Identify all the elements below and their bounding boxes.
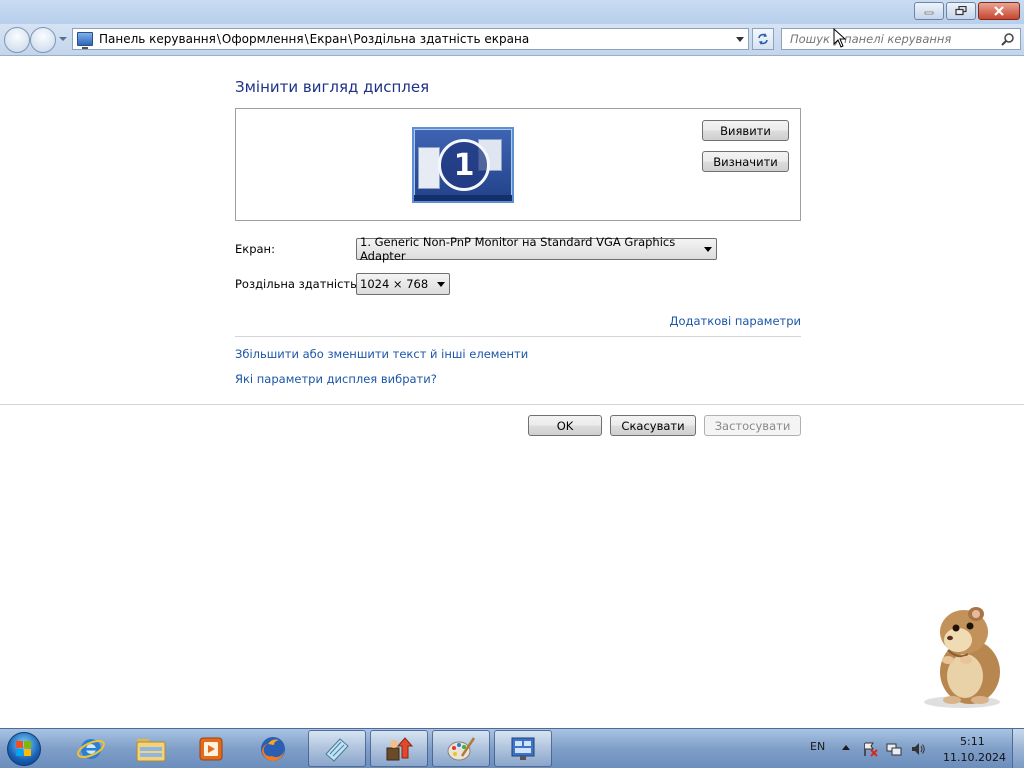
breadcrumb-separator: \ bbox=[216, 32, 221, 46]
control-panel-icon bbox=[511, 737, 535, 760]
page-title: Змінити вигляд дисплея bbox=[235, 78, 430, 96]
address-bar[interactable]: Панель керування \ Оформлення \ Екран \ … bbox=[72, 28, 749, 50]
notepad-icon bbox=[325, 737, 349, 762]
breadcrumb-separator: \ bbox=[304, 32, 309, 46]
chevron-down-icon bbox=[704, 247, 712, 252]
display-settings-help-link[interactable]: Які параметри дисплея вибрати? bbox=[235, 372, 437, 386]
divider bbox=[235, 336, 801, 337]
volume-icon[interactable] bbox=[910, 741, 926, 757]
media-player-icon bbox=[199, 737, 223, 760]
taskbar-firefox[interactable] bbox=[244, 730, 302, 767]
text-size-link[interactable]: Збільшити або зменшити текст й інші елем… bbox=[235, 347, 528, 361]
restore-icon bbox=[955, 6, 967, 16]
breadcrumb-control-panel[interactable]: Панель керування bbox=[99, 32, 216, 46]
window-controls bbox=[912, 2, 1020, 20]
divider bbox=[0, 404, 1024, 405]
network-icon[interactable] bbox=[886, 741, 902, 757]
language-indicator[interactable]: EN bbox=[810, 740, 825, 753]
taskbar-uploader[interactable] bbox=[370, 730, 428, 767]
cancel-button[interactable]: Скасувати bbox=[610, 415, 696, 436]
taskbar-control-panel[interactable] bbox=[494, 730, 552, 767]
clock-time[interactable]: 5:11 bbox=[960, 735, 985, 748]
hamster-mascot-icon bbox=[924, 607, 1000, 708]
refresh-button[interactable] bbox=[752, 28, 774, 50]
monitor-window-graphic bbox=[418, 147, 440, 189]
back-button[interactable] bbox=[4, 27, 30, 53]
clock-date[interactable]: 11.10.2024 bbox=[943, 751, 1006, 764]
detect-button[interactable]: Виявити bbox=[702, 120, 789, 141]
ok-button[interactable]: OK bbox=[528, 415, 602, 436]
title-bar bbox=[0, 0, 1024, 24]
display-label: Екран: bbox=[235, 242, 275, 256]
minimize-button[interactable] bbox=[914, 2, 944, 20]
resolution-label: Роздільна здатність: bbox=[235, 277, 361, 291]
breadcrumb-appearance[interactable]: Оформлення bbox=[222, 32, 304, 46]
upload-app-icon bbox=[386, 736, 414, 760]
breadcrumb-screen-resolution[interactable]: Роздільна здатність екрана bbox=[353, 32, 529, 46]
display-select-value: 1. Generic Non-PnP Monitor на Standard V… bbox=[360, 235, 676, 263]
taskbar-windows-explorer[interactable] bbox=[122, 730, 180, 767]
close-icon bbox=[994, 6, 1004, 16]
advanced-settings-link[interactable]: Додаткові параметри bbox=[670, 314, 801, 328]
paint-icon bbox=[447, 736, 476, 760]
navigation-bar: Панель керування \ Оформлення \ Екран \ … bbox=[0, 24, 1024, 56]
search-input[interactable] bbox=[782, 29, 992, 49]
chevron-down-icon bbox=[437, 282, 445, 287]
display-preview-panel: 1 Виявити Визначити bbox=[235, 108, 801, 221]
restore-button[interactable] bbox=[946, 2, 976, 20]
search-icon[interactable] bbox=[1001, 32, 1015, 46]
resolution-select-value: 1024 × 768 bbox=[360, 277, 429, 291]
windows-logo-icon bbox=[16, 741, 31, 756]
taskbar-notepad[interactable] bbox=[308, 730, 366, 767]
forward-button[interactable] bbox=[30, 27, 56, 53]
breadcrumb-display[interactable]: Екран bbox=[310, 32, 348, 46]
taskbar-media-player[interactable] bbox=[182, 730, 240, 767]
taskbar: EN 5:11 11.10.2024 bbox=[0, 728, 1024, 768]
internet-explorer-icon bbox=[77, 738, 105, 759]
close-button[interactable] bbox=[978, 2, 1020, 20]
start-button[interactable] bbox=[4, 731, 46, 767]
show-hidden-icons-button[interactable] bbox=[842, 745, 850, 750]
action-center-icon[interactable] bbox=[862, 741, 878, 757]
taskbar-internet-explorer[interactable] bbox=[62, 730, 120, 767]
monitor-1-icon[interactable]: 1 bbox=[412, 127, 514, 203]
control-panel-icon bbox=[77, 32, 93, 49]
display-select[interactable]: 1. Generic Non-PnP Monitor на Standard V… bbox=[356, 235, 717, 263]
address-history-dropdown[interactable] bbox=[736, 37, 744, 42]
refresh-icon bbox=[758, 33, 768, 45]
recent-pages-dropdown[interactable] bbox=[59, 37, 67, 41]
identify-button[interactable]: Визначити bbox=[702, 151, 789, 172]
firefox-icon bbox=[261, 736, 285, 761]
monitor-number: 1 bbox=[438, 139, 490, 191]
minimize-icon bbox=[924, 11, 934, 15]
mouse-pointer-icon bbox=[833, 28, 847, 48]
apply-button[interactable]: Застосувати bbox=[704, 415, 801, 436]
monitor-taskbar-graphic bbox=[414, 195, 512, 201]
search-box[interactable] bbox=[781, 28, 1021, 50]
folder-icon bbox=[136, 738, 166, 761]
resolution-select[interactable]: 1024 × 768 bbox=[356, 273, 450, 295]
show-desktop-button[interactable] bbox=[1012, 729, 1024, 768]
taskbar-paint[interactable] bbox=[432, 730, 490, 767]
breadcrumb-separator: \ bbox=[348, 32, 353, 46]
